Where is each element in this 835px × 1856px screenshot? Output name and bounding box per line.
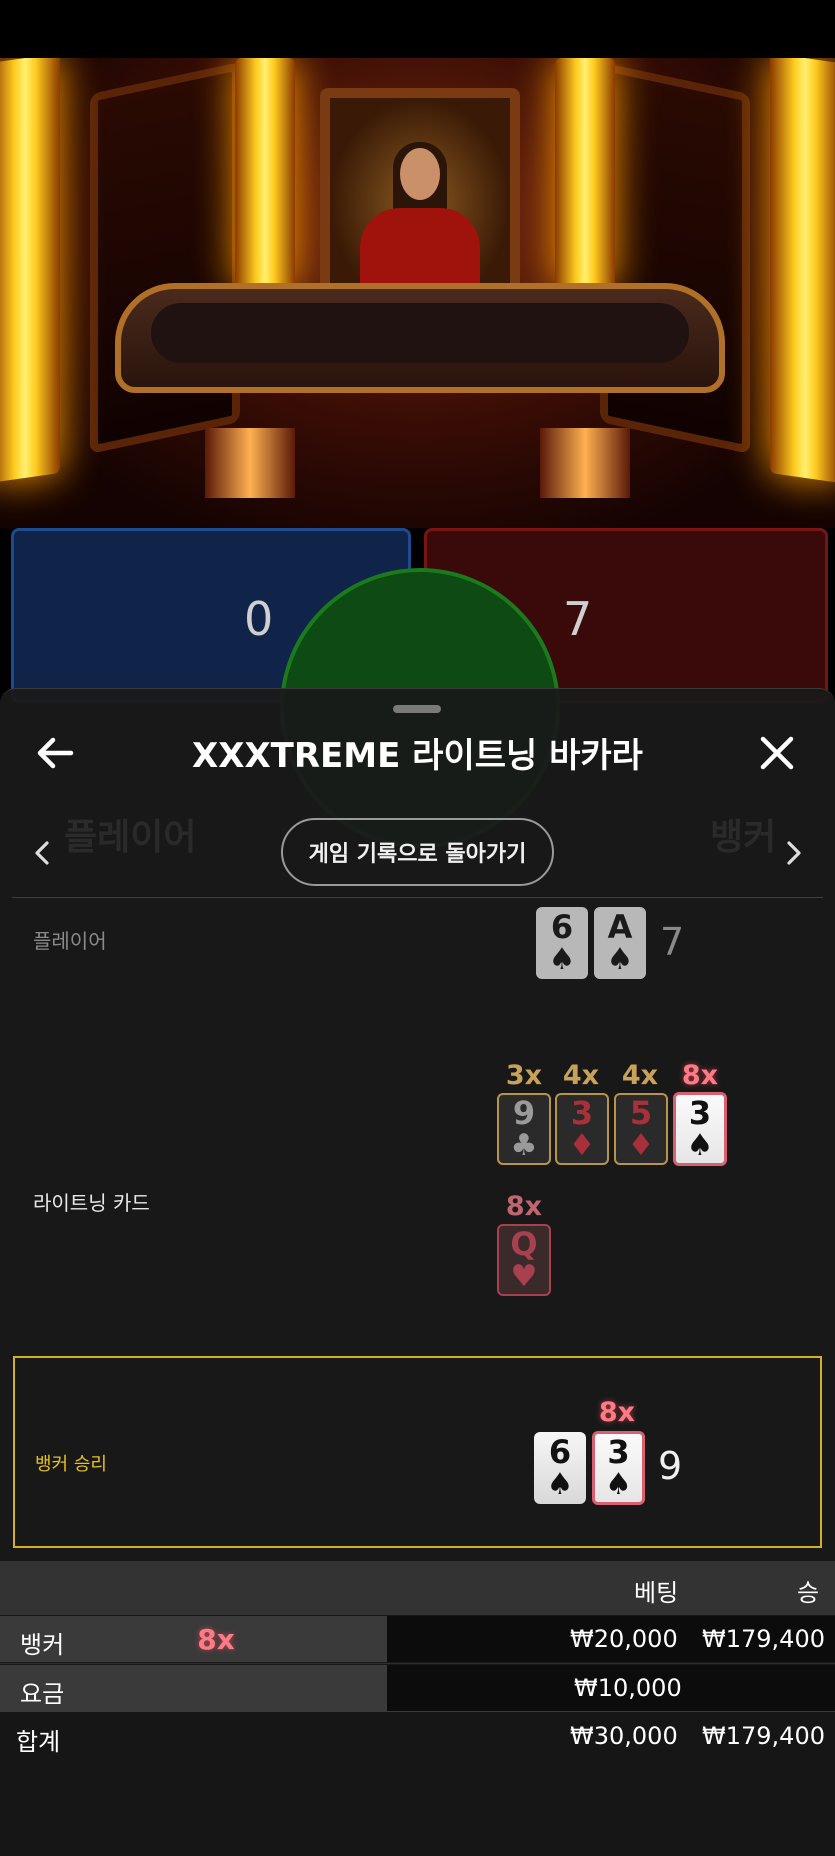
card-rank: 5 <box>629 1094 653 1132</box>
player-total: 7 <box>660 920 685 964</box>
lightning-card: Q ♥ <box>497 1224 551 1296</box>
banker-total: 9 <box>658 1444 683 1488</box>
table-base <box>540 428 630 498</box>
card-suit: ♠ <box>686 1128 714 1163</box>
back-to-history-button[interactable]: 게임 기록으로 돌아가기 <box>281 818 554 886</box>
lightning-multiplier: 3x <box>505 1060 543 1091</box>
card-rank: 6 <box>548 1433 572 1471</box>
banker-win-label: 뱅커 승리 <box>35 1454 107 1475</box>
card-suit: ♥ <box>510 1259 538 1294</box>
player-card: A ♠ <box>594 907 646 979</box>
lightning-multiplier: 8x <box>681 1060 719 1091</box>
player-score: 0 <box>244 592 274 646</box>
light-pillar <box>0 58 60 483</box>
sheet-drag-handle[interactable] <box>393 705 441 713</box>
ghost-banker-label: 뱅커 <box>710 817 777 858</box>
lightning-multiplier: 8x <box>505 1191 543 1222</box>
banker-score: 7 <box>563 592 593 646</box>
card-suit: ♦ <box>568 1128 596 1163</box>
bet-multiplier: 8x <box>197 1623 235 1656</box>
lightning-card: 9 ♣ <box>497 1093 551 1165</box>
card-suit: ♦ <box>627 1128 655 1163</box>
player-row-label: 플레이어 <box>33 929 107 953</box>
game-screen: 0 7 플레이어 뱅커 XXXTREME 라이트닝 바카라 게임 기록으로 돌아… <box>0 0 835 1856</box>
card-suit: ♠ <box>548 942 576 977</box>
close-icon[interactable] <box>752 728 802 778</box>
win-amount: ₩179,400 <box>702 1625 825 1653</box>
win-column-header: 승 <box>797 1579 820 1607</box>
lightning-multiplier: 4x <box>562 1060 600 1091</box>
winner-highlight <box>13 1356 822 1548</box>
banker-card-multiplier: 8x <box>598 1397 636 1428</box>
card-rank: 3 <box>607 1433 630 1471</box>
decor-frame <box>90 62 240 454</box>
divider <box>0 1711 835 1712</box>
divider <box>0 1663 835 1664</box>
bet-column-header: 베팅 <box>634 1579 679 1607</box>
lightning-card: 3 ♠ <box>673 1092 727 1166</box>
light-pillar <box>555 58 615 288</box>
card-rank: 3 <box>570 1094 594 1132</box>
dealer-head <box>400 148 440 200</box>
bet-row <box>0 1665 835 1711</box>
card-suit: ♠ <box>605 1467 632 1502</box>
bet-amount: ₩20,000 <box>570 1625 678 1653</box>
baccarat-table <box>115 283 725 393</box>
ghost-player-label: 플레이어 <box>64 817 197 858</box>
sheet-title: XXXTREME 라이트닝 바카라 <box>192 736 643 776</box>
card-suit: ♠ <box>546 1467 574 1502</box>
table-base <box>205 428 295 498</box>
lightning-multiplier: 4x <box>621 1060 659 1091</box>
bet-amount: ₩10,000 <box>574 1674 682 1702</box>
lightning-card: 5 ♦ <box>614 1093 668 1165</box>
light-pillar <box>770 58 835 483</box>
bet-name: 요금 <box>20 1680 65 1708</box>
card-rank: Q <box>510 1225 538 1263</box>
bet-name: 뱅커 <box>20 1631 65 1659</box>
live-dealer-video <box>0 58 835 528</box>
card-rank: 3 <box>688 1094 712 1132</box>
back-arrow-icon[interactable] <box>30 730 80 776</box>
player-card: 6 ♠ <box>536 907 588 979</box>
table-felt <box>151 303 689 363</box>
card-suit: ♣ <box>510 1128 538 1163</box>
total-bet: ₩30,000 <box>570 1722 678 1750</box>
card-rank: 9 <box>512 1094 536 1132</box>
chevron-left-icon[interactable] <box>24 833 60 873</box>
card-rank: 6 <box>550 908 574 946</box>
divider <box>12 897 823 898</box>
light-pillar <box>235 58 295 288</box>
decor-frame <box>600 62 750 454</box>
banker-card: 6 ♠ <box>534 1432 586 1504</box>
chevron-right-icon[interactable] <box>776 833 812 873</box>
card-rank: A <box>607 908 633 946</box>
banker-card: 3 ♠ <box>592 1431 645 1505</box>
card-suit: ♠ <box>606 942 634 977</box>
lightning-row-label: 라이트닝 카드 <box>33 1191 150 1215</box>
total-label: 합계 <box>16 1728 61 1756</box>
total-win: ₩179,400 <box>702 1722 825 1750</box>
bet-table-header <box>0 1561 835 1615</box>
lightning-card: 3 ♦ <box>555 1093 609 1165</box>
